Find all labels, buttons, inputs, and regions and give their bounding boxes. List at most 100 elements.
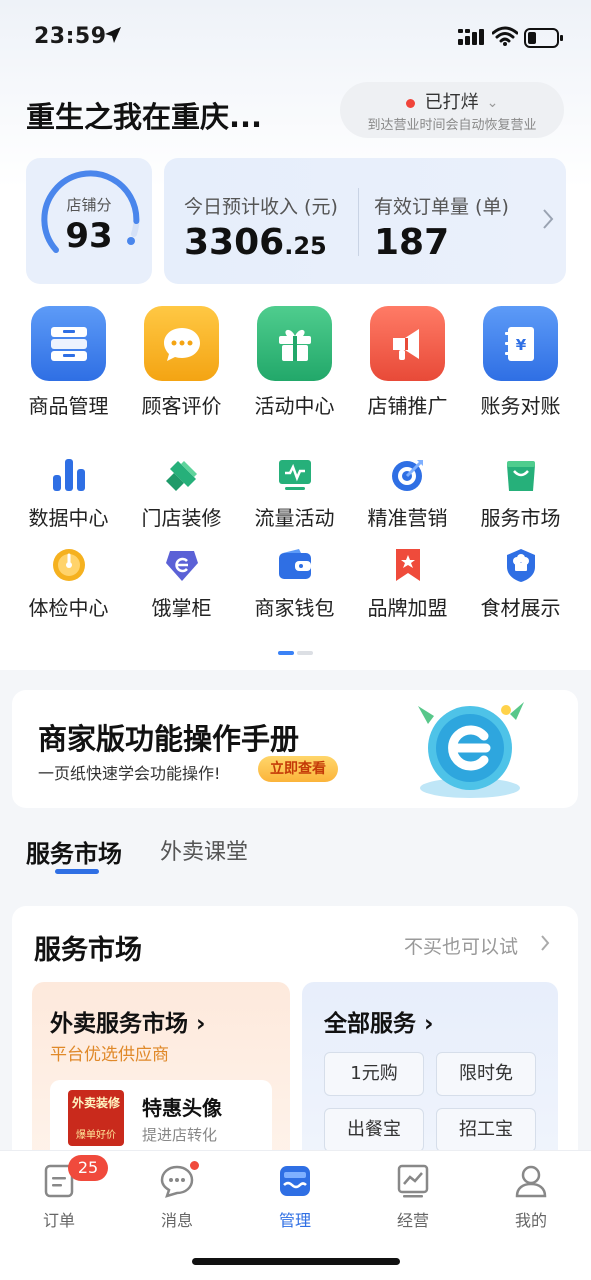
brush-icon — [163, 456, 201, 494]
grid-item-activity-center[interactable]: 活动中心 — [238, 306, 351, 424]
score-value: 93 — [65, 216, 113, 256]
product-subtitle: 提进店转化 — [142, 1126, 218, 1144]
product-title: 特惠头像 — [142, 1096, 222, 1120]
manual-banner[interactable]: 商家版功能操作手册 一页纸快速学会功能操作! 立即查看 — [12, 690, 578, 808]
bar-chart-icon — [50, 456, 88, 494]
grid-label: 精准营销 — [367, 506, 448, 530]
status-time: 23:59 — [34, 24, 107, 49]
nav-label: 订单 — [42, 1211, 75, 1230]
all-services-panel[interactable]: 全部服务 › 1元购 限时免 出餐宝 招工宝 — [302, 982, 558, 1166]
revenue-card[interactable]: 今日预计收入 (元) 3306.25 有效订单量 (单) 187 — [164, 158, 566, 284]
tab-service-market[interactable]: 服务市场 — [26, 834, 122, 869]
product-thumbnail: 外卖装修 爆单好价 — [68, 1090, 124, 1146]
monitor-icon — [276, 456, 314, 494]
grid-label: 商家钱包 — [254, 596, 335, 620]
chevron-right-icon: › — [424, 1011, 434, 1037]
user-icon — [515, 1165, 547, 1198]
gift-icon — [257, 306, 332, 381]
grid-page-indicator — [278, 640, 316, 659]
store-score-card[interactable]: 店铺分 93 — [26, 158, 152, 284]
order-badge: 25 — [68, 1155, 108, 1181]
panel-title: 外卖服务市场 › — [50, 1004, 206, 1038]
comment-icon — [144, 306, 219, 381]
grid-label: 顾客评价 — [141, 394, 222, 418]
grid-item-eleme-manager[interactable]: 饿掌柜 — [125, 546, 238, 626]
revenue-divider — [358, 188, 359, 256]
page-dot — [297, 651, 313, 655]
chevron-down-icon: ⌄ — [486, 95, 499, 111]
grid-item-precise-marketing[interactable]: 精准营销 — [351, 456, 464, 536]
service-chip[interactable]: 1元购 — [324, 1052, 424, 1096]
thumb-text: 外卖装修 — [71, 1096, 120, 1110]
takeout-service-market-panel[interactable]: 外卖服务市场 › 平台优选供应商 外卖装修 爆单好价 特惠头像 提进店转化 — [32, 982, 290, 1166]
orders-value: 187 — [374, 222, 450, 263]
banner-subtitle: 一页纸快速学会功能操作! — [38, 764, 221, 783]
megaphone-icon — [370, 306, 445, 381]
grid-item-service-market[interactable]: 服务市场 — [464, 456, 577, 536]
nav-label: 经营 — [396, 1211, 429, 1230]
orders-label: 有效订单量 (单) — [374, 196, 509, 218]
tab-active-indicator — [55, 869, 99, 874]
gauge-icon — [50, 546, 88, 584]
banner-title: 商家版功能操作手册 — [38, 722, 300, 756]
grid-label: 账务对账 — [480, 394, 561, 418]
service-chip[interactable]: 出餐宝 — [324, 1108, 424, 1152]
grid-item-ingredient-display[interactable]: 食材展示 — [464, 546, 577, 626]
revenue-value-int: 3306 — [184, 222, 285, 263]
market-more-link[interactable]: 不买也可以试 — [404, 932, 518, 959]
service-chip[interactable]: 招工宝 — [436, 1108, 536, 1152]
panel-title-text: 外卖服务市场 — [50, 1011, 188, 1037]
grid-item-data-center[interactable]: 数据中心 — [12, 456, 125, 536]
manage-icon — [280, 1166, 310, 1196]
nav-item-manage[interactable]: 管理 — [236, 1151, 354, 1241]
store-status-label: 已打烊 — [424, 92, 479, 113]
grid-item-traffic-activity[interactable]: 流量活动 — [238, 456, 351, 536]
nav-label: 我的 — [514, 1211, 547, 1230]
store-name[interactable]: 重生之我在重庆... — [26, 94, 262, 136]
grid-item-brand-franchise[interactable]: 品牌加盟 — [351, 546, 464, 626]
nav-label: 管理 — [278, 1211, 311, 1230]
panel-title-text: 全部服务 — [324, 1011, 416, 1037]
chevron-right-icon — [541, 935, 550, 951]
nav-item-orders[interactable]: 25 订单 — [0, 1151, 118, 1241]
grid-label: 数据中心 — [28, 506, 109, 530]
chef-hat-icon — [502, 546, 540, 584]
battery-icon — [524, 28, 563, 48]
product-manage-icon — [31, 306, 106, 381]
grid-item-checkup-center[interactable]: 体检中心 — [12, 546, 125, 626]
store-status-subtitle: 到达营业时间会自动恢复营业 — [367, 118, 537, 133]
grid-item-merchant-wallet[interactable]: 商家钱包 — [238, 546, 351, 626]
grid-label: 门店装修 — [141, 506, 222, 530]
signal-icon — [458, 29, 484, 45]
banner-view-button[interactable]: 立即查看 — [258, 756, 338, 782]
wallet-icon — [276, 546, 314, 584]
grid-item-account-reconcile[interactable]: ¥ 账务对账 — [464, 306, 577, 424]
nav-item-messages[interactable]: 消息 — [118, 1151, 236, 1241]
target-icon — [389, 456, 427, 494]
grid-label: 店铺推广 — [367, 394, 448, 418]
nav-item-me[interactable]: 我的 — [472, 1151, 590, 1241]
ledger-icon: ¥ — [483, 306, 558, 381]
grid-item-product-manage[interactable]: 商品管理 — [12, 306, 125, 424]
panel-subtitle: 平台优选供应商 — [50, 1045, 169, 1065]
panel-title: 全部服务 › — [324, 1004, 434, 1038]
thumb-text: 爆单好价 — [76, 1130, 116, 1141]
score-label: 店铺分 — [66, 196, 112, 214]
tab-takeout-course[interactable]: 外卖课堂 — [160, 834, 248, 866]
grid-item-store-decoration[interactable]: 门店装修 — [125, 456, 238, 536]
grid-item-store-promotion[interactable]: 店铺推广 — [351, 306, 464, 424]
status-dot-icon — [405, 98, 415, 108]
grid-item-customer-review[interactable]: 顾客评价 — [125, 306, 238, 424]
message-dot — [188, 1159, 201, 1172]
grid-label: 饿掌柜 — [151, 596, 212, 620]
chevron-right-icon: › — [196, 1011, 206, 1037]
trend-chart-icon — [397, 1164, 429, 1198]
market-title: 服务市场 — [34, 935, 142, 966]
grid-label: 服务市场 — [480, 506, 561, 530]
revenue-value: 3306.25 — [184, 222, 327, 263]
store-status-pill[interactable]: 已打烊 ⌄ 到达营业时间会自动恢复营业 — [340, 82, 564, 138]
service-chip[interactable]: 限时免 — [436, 1052, 536, 1096]
store-status: 已打烊 ⌄ — [340, 88, 564, 114]
wifi-icon — [492, 26, 518, 46]
nav-item-business[interactable]: 经营 — [354, 1151, 472, 1241]
